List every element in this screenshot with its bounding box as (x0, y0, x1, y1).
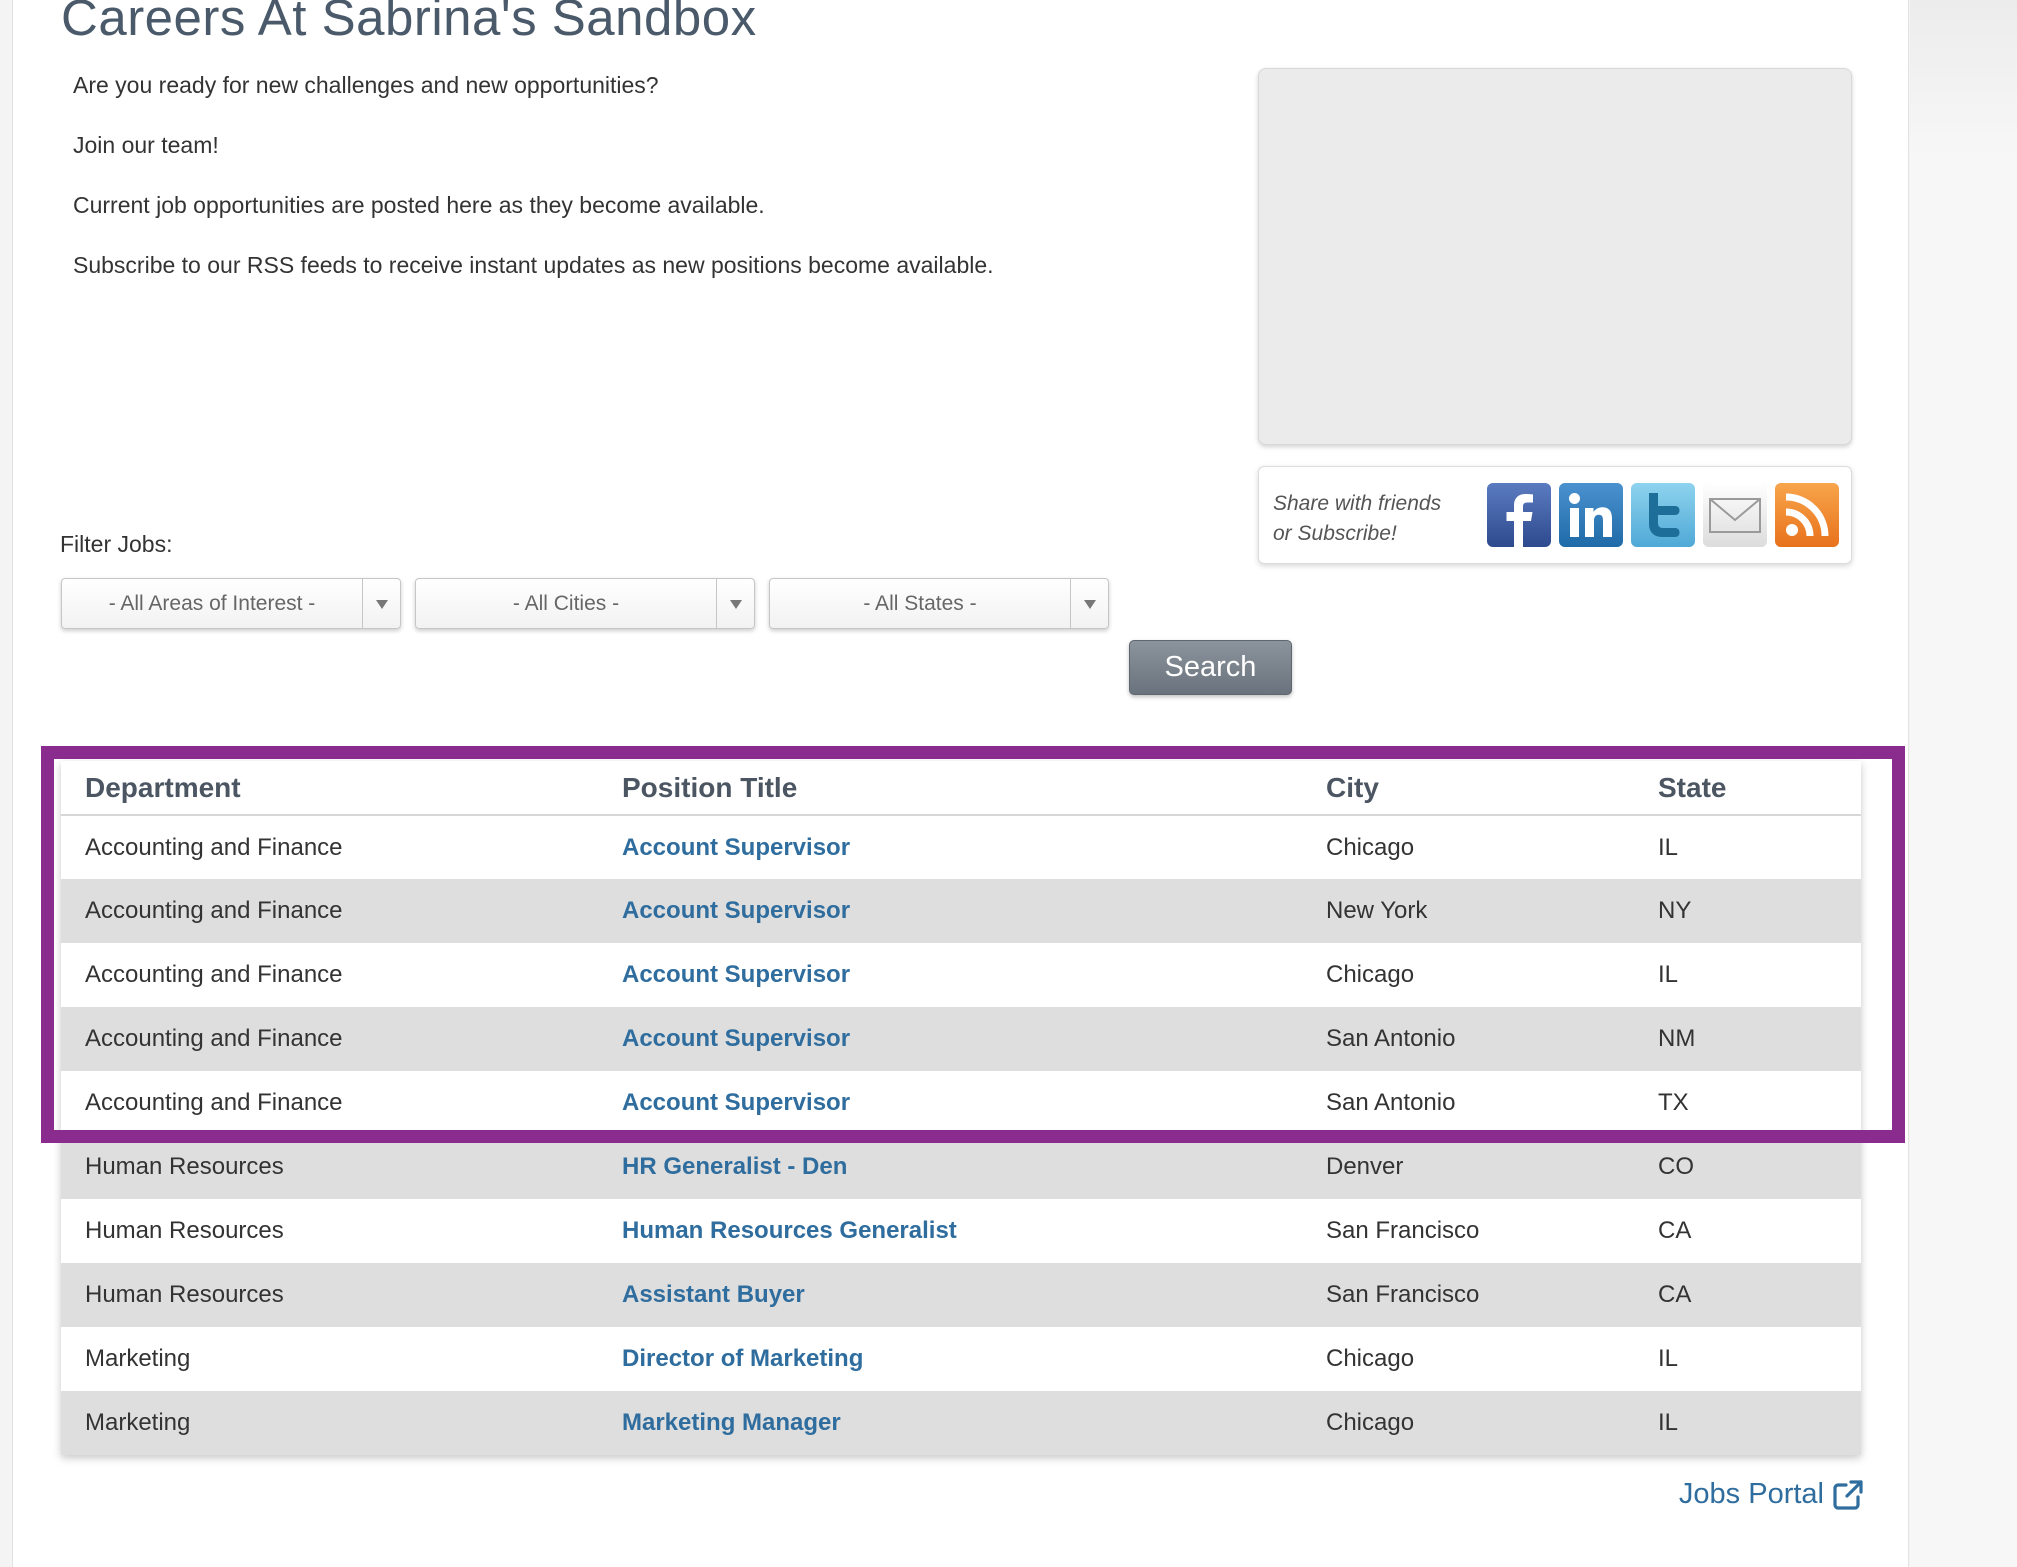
city-cell: Chicago (1326, 1345, 1415, 1372)
department-cell: Accounting and Finance (85, 833, 343, 861)
job-link[interactable]: Account Supervisor (622, 834, 850, 861)
table-row: Accounting and Finance Account Superviso… (61, 815, 1861, 879)
states-select-value: - All States - (863, 592, 977, 615)
position-title-cell: Marketing Manager (598, 1391, 1302, 1455)
chevron-down-icon[interactable] (362, 579, 400, 628)
position-title-cell: Account Supervisor (598, 1071, 1302, 1135)
city-cell: New York (1302, 879, 1634, 943)
page-gutter (1910, 0, 2017, 1567)
position-title-cell: Account Supervisor (598, 943, 1302, 1007)
department-cell: Accounting and Finance (85, 1089, 343, 1116)
column-header-position-title[interactable]: Position Title (598, 761, 1302, 816)
job-link[interactable]: HR Generalist - Den (622, 1153, 847, 1180)
share-caption: Share with friends or Subscribe! (1273, 489, 1473, 549)
state-cell: NY (1634, 879, 1861, 943)
job-link[interactable]: Account Supervisor (622, 1025, 850, 1052)
state-cell: IL (1658, 961, 1679, 988)
state-cell: TX (1658, 1089, 1689, 1116)
state-cell: IL (1634, 1391, 1861, 1455)
table-row: Accounting and Finance Account Superviso… (61, 879, 1861, 943)
share-caption-line: or Subscribe! (1273, 522, 1397, 545)
cities-select[interactable]: - All Cities - (415, 578, 755, 629)
state-cell: IL (1658, 1345, 1679, 1372)
position-title-cell: Human Resources Generalist (598, 1199, 1302, 1263)
department-cell: Human Resources (61, 1135, 598, 1199)
table-header-row: Department Position Title City State (61, 761, 1861, 816)
job-link[interactable]: Assistant Buyer (622, 1281, 805, 1308)
column-header-state[interactable]: State (1634, 761, 1861, 816)
position-title-cell: Account Supervisor (598, 879, 1302, 943)
city-cell: Chicago (1326, 833, 1415, 861)
intro-paragraph: Join our team! (73, 132, 219, 158)
column-header-department[interactable]: Department (61, 761, 598, 816)
job-link[interactable]: Account Supervisor (622, 961, 850, 988)
column-header-city[interactable]: City (1302, 761, 1634, 816)
job-link[interactable]: Account Supervisor (622, 897, 850, 924)
media-placeholder (1258, 68, 1852, 445)
areas-of-interest-select[interactable]: - All Areas of Interest - (61, 578, 401, 629)
city-cell: Chicago (1326, 961, 1415, 988)
position-title-cell: Account Supervisor (598, 815, 1302, 879)
twitter-icon[interactable] (1631, 483, 1695, 547)
table-row: Accounting and Finance Account Superviso… (61, 1007, 1861, 1071)
page-title: Careers At Sabrina's Sandbox (61, 0, 757, 46)
areas-select-value: - All Areas of Interest - (108, 592, 316, 615)
position-title-cell: Account Supervisor (598, 1007, 1302, 1071)
job-link[interactable]: Account Supervisor (622, 1089, 850, 1116)
jobs-portal-label: Jobs Portal (1678, 1478, 1824, 1510)
state-cell: CO (1634, 1135, 1861, 1199)
state-cell: IL (1658, 833, 1679, 861)
table-row: Marketing Marketing Manager Chicago IL (61, 1391, 1861, 1455)
state-cell: CA (1634, 1263, 1861, 1327)
jobs-portal-link[interactable]: Jobs Portal (1679, 1478, 1864, 1511)
department-cell: Accounting and Finance (85, 961, 343, 988)
share-panel: Share with friends or Subscribe! (1258, 466, 1852, 564)
department-cell: Marketing (85, 1345, 191, 1372)
chevron-down-icon[interactable] (1070, 579, 1108, 628)
position-title-cell: Assistant Buyer (598, 1263, 1302, 1327)
external-link-icon (1832, 1479, 1864, 1511)
city-cell: San Francisco (1326, 1217, 1480, 1244)
table-row: Accounting and Finance Account Superviso… (61, 1071, 1861, 1135)
city-cell: San Francisco (1302, 1263, 1634, 1327)
department-cell: Accounting and Finance (61, 1007, 598, 1071)
position-title-cell: HR Generalist - Den (598, 1135, 1302, 1199)
intro-paragraph: Subscribe to our RSS feeds to receive in… (73, 252, 994, 278)
table-row: Human Resources Assistant Buyer San Fran… (61, 1263, 1861, 1327)
facebook-icon[interactable] (1487, 483, 1551, 547)
jobs-table: Department Position Title City State Acc… (61, 761, 1861, 1455)
search-button[interactable]: Search (1129, 640, 1292, 695)
rss-icon[interactable] (1775, 483, 1839, 547)
department-cell: Accounting and Finance (61, 879, 598, 943)
city-cell: San Antonio (1326, 1089, 1456, 1116)
email-icon[interactable] (1703, 483, 1767, 547)
share-caption-line: Share with friends (1273, 492, 1442, 515)
jobs-table-container: Department Position Title City State Acc… (61, 761, 1861, 1455)
job-link[interactable]: Human Resources Generalist (622, 1217, 957, 1244)
department-cell: Human Resources (85, 1217, 284, 1244)
linkedin-icon[interactable] (1559, 483, 1623, 547)
intro-paragraph: Are you ready for new challenges and new… (73, 72, 659, 98)
city-cell: Denver (1302, 1135, 1634, 1199)
department-cell: Human Resources (61, 1263, 598, 1327)
table-row: Human Resources HR Generalist - Den Denv… (61, 1135, 1861, 1199)
position-title-cell: Director of Marketing (598, 1327, 1302, 1391)
city-cell: Chicago (1302, 1391, 1634, 1455)
intro-paragraph: Current job opportunities are posted her… (73, 192, 765, 218)
table-row: Human Resources Human Resources Generali… (61, 1199, 1861, 1263)
table-row: Marketing Director of Marketing Chicago … (61, 1327, 1861, 1391)
state-cell: CA (1658, 1217, 1692, 1244)
filter-label: Filter Jobs: (60, 531, 173, 557)
city-cell: San Antonio (1302, 1007, 1634, 1071)
cities-select-value: - All Cities - (512, 592, 620, 615)
job-link[interactable]: Marketing Manager (622, 1409, 841, 1436)
table-row: Accounting and Finance Account Superviso… (61, 943, 1861, 1007)
chevron-down-icon[interactable] (716, 579, 754, 628)
department-cell: Marketing (61, 1391, 598, 1455)
job-link[interactable]: Director of Marketing (622, 1345, 863, 1372)
state-cell: NM (1634, 1007, 1861, 1071)
states-select[interactable]: - All States - (769, 578, 1109, 629)
